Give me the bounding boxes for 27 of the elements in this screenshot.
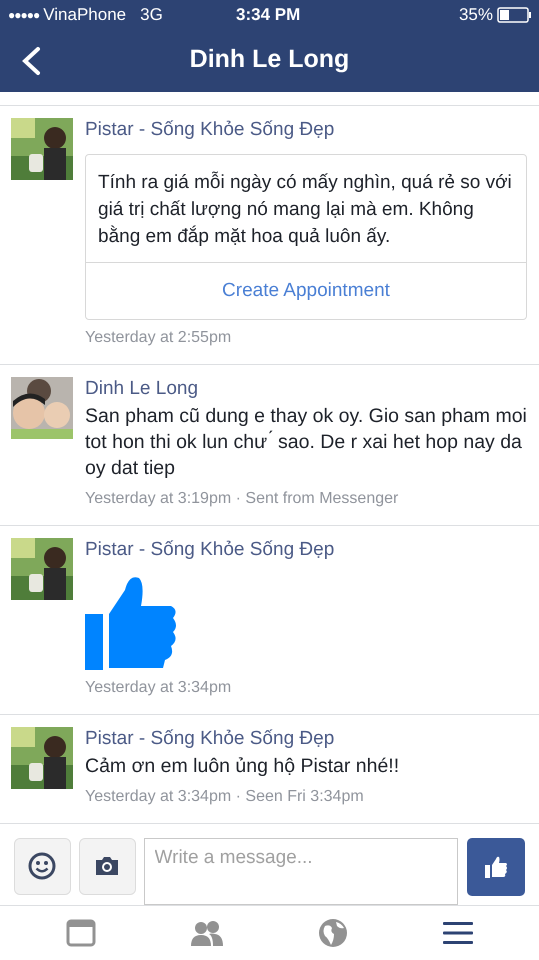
battery-percent: 35% (458, 4, 493, 26)
message-timestamp: Yesterday at 3:34pm (85, 678, 232, 698)
like-button[interactable] (467, 838, 526, 896)
clock: 3:34 PM (236, 4, 300, 26)
sender-name[interactable]: Pistar - Sống Khỏe Sống Đẹp (85, 538, 527, 562)
smiley-icon (28, 852, 56, 880)
message-input[interactable]: Write a message... (144, 838, 458, 905)
message-text: Cảm ơn em luôn ủng hộ Pistar nhé!! (85, 754, 400, 779)
camera-button[interactable] (78, 838, 136, 895)
thumbs-up-icon (484, 854, 508, 879)
create-appointment-button[interactable]: Create Appointment (86, 262, 526, 319)
sender-name[interactable]: Pistar - Sống Khỏe Sống Đẹp (85, 118, 527, 142)
message-timestamp: Yesterday at 3:34pm · Seen Fri 3:34pm (85, 786, 365, 807)
back-button[interactable] (20, 46, 42, 76)
battery-icon (497, 7, 531, 23)
message-timestamp: Yesterday at 3:19pm · Sent from Messenger (85, 488, 400, 509)
carrier-name: VinaPhone (43, 4, 126, 26)
conversation-title: Dinh Le Long (190, 44, 350, 76)
sender-name[interactable]: Pistar - Sống Khỏe Sống Đẹp (85, 726, 527, 751)
network-type: 3G (140, 4, 163, 26)
message-timestamp: Yesterday at 2:55pm (85, 328, 232, 348)
message-text: San pham cũ dung e thay ok oy. Gio san pham moi tot hon thi ok lun chư ́ sao. De r xai het hop nay da oy dat tiep (85, 404, 527, 481)
sender-name[interactable]: Dinh Le Long (85, 376, 527, 401)
signal-indicator: ●●●●● (8, 7, 40, 24)
emoji-button[interactable] (14, 838, 71, 895)
camera-icon (94, 855, 120, 878)
message-text: Tính ra giá mỗi ngày có mấy nghìn, quá rẻ so với giá trị chất lượng nó mang lại mà em. Không bằng em đắp mặt hoa quả luôn ấy. (86, 154, 526, 263)
